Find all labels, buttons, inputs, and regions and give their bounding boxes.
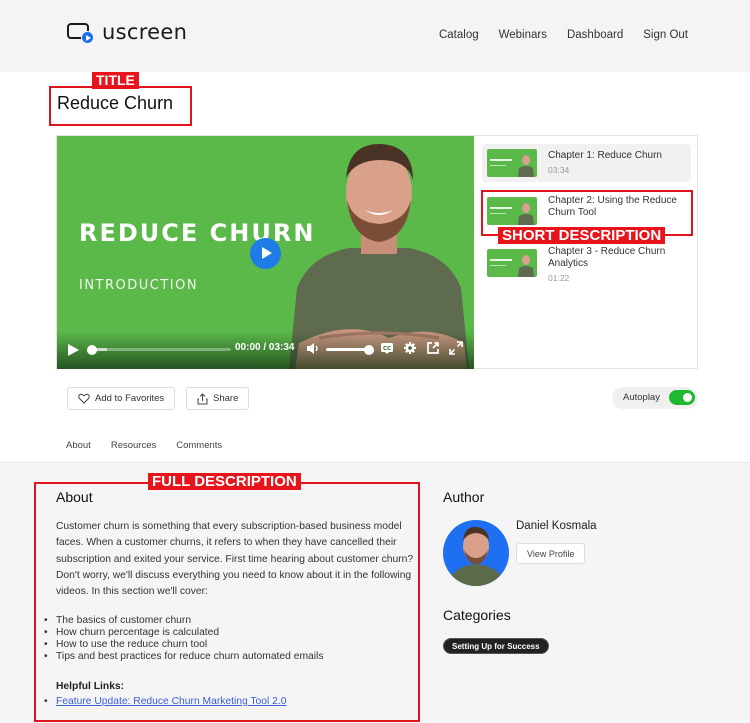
share-label: Share [213, 393, 239, 404]
fullscreen-icon[interactable] [449, 341, 463, 355]
tab-resources[interactable]: Resources [101, 438, 166, 463]
annotation-full-description-label: FULL DESCRIPTION [148, 473, 301, 490]
view-profile-button[interactable]: View Profile [516, 543, 586, 564]
volume-icon[interactable] [306, 342, 320, 355]
popout-icon[interactable] [426, 341, 440, 355]
video-overlay-title: REDUCE CHURN [79, 219, 316, 247]
nav-sign-out[interactable]: Sign Out [643, 29, 688, 41]
video-player[interactable]: REDUCE CHURN INTRODUCTION 00:00 / 03:34 [57, 136, 474, 369]
volume-handle[interactable] [364, 344, 374, 355]
author-name: Daniel Kosmala [516, 520, 597, 532]
player-card: REDUCE CHURN INTRODUCTION 00:00 / 03:34 [56, 135, 698, 369]
annotation-title-box [49, 86, 192, 126]
add-to-favorites-button[interactable]: Add to Favorites [67, 387, 176, 410]
settings-gear-icon[interactable] [403, 341, 417, 355]
nav-catalog[interactable]: Catalog [439, 29, 479, 41]
time-separator: / [263, 342, 267, 353]
autoplay-control: Autoplay [612, 387, 698, 409]
time-display: 00:00 / 03:34 [235, 342, 295, 353]
big-play-button[interactable] [250, 238, 281, 269]
heart-icon [78, 393, 90, 404]
player-controls: 00:00 / 03:34 CC [57, 331, 474, 369]
chapter-duration: 01:22 [548, 273, 570, 283]
author-avatar[interactable] [443, 520, 509, 586]
categories-heading: Categories [443, 607, 511, 623]
chapter-duration: 03:34 [548, 165, 570, 175]
share-button[interactable]: Share [186, 387, 250, 410]
captions-icon[interactable]: CC [380, 341, 394, 355]
autoplay-toggle[interactable] [669, 390, 695, 405]
seek-handle[interactable] [87, 344, 97, 355]
annotation-short-description-label: SHORT DESCRIPTION [498, 227, 666, 244]
author-heading: Author [443, 489, 485, 505]
nav-webinars[interactable]: Webinars [499, 29, 547, 41]
nav-dashboard[interactable]: Dashboard [567, 29, 623, 41]
annotation-full-description-box [34, 482, 420, 722]
main-nav: Catalog Webinars Dashboard Sign Out [439, 29, 688, 41]
content-tabs: About Resources Comments [56, 438, 232, 464]
chapter-item[interactable]: Chapter 3 - Reduce Churn Analytics 01:22 [482, 244, 691, 283]
tab-comments[interactable]: Comments [166, 438, 232, 463]
logo-play-screen-icon [66, 20, 96, 44]
play-icon[interactable] [68, 344, 79, 356]
logo-text: uscreen [102, 20, 188, 44]
current-time: 00:00 [235, 342, 261, 353]
seek-bar[interactable] [87, 344, 231, 355]
tab-about[interactable]: About [56, 438, 101, 464]
share-icon [197, 392, 208, 404]
site-header: uscreen Catalog Webinars Dashboard Sign … [0, 0, 750, 72]
chapter-title: Chapter 3 - Reduce Churn Analytics [548, 246, 666, 269]
volume-slider[interactable] [326, 344, 374, 355]
annotation-title-label: TITLE [92, 72, 139, 89]
uscreen-logo[interactable]: uscreen [66, 20, 187, 44]
chapter-item[interactable]: Chapter 1: Reduce Churn 03:34 [482, 144, 691, 182]
video-overlay-subtitle: INTRODUCTION [79, 278, 199, 293]
favorites-label: Add to Favorites [95, 393, 165, 404]
autoplay-label: Autoplay [623, 392, 660, 403]
chapter-title: Chapter 1: Reduce Churn [548, 150, 662, 161]
category-badge[interactable]: Setting Up for Success [443, 638, 549, 654]
duration: 03:34 [268, 342, 295, 353]
chapter-thumbnail [487, 249, 537, 277]
svg-text:CC: CC [383, 346, 391, 352]
chapter-thumbnail [487, 149, 537, 177]
